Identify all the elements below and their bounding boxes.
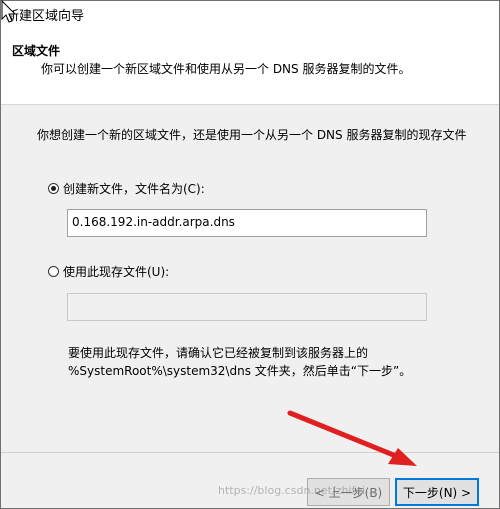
back-button[interactable]: < 上一步(B)	[307, 478, 390, 506]
mouse-cursor-icon	[1, 0, 17, 23]
wizard-content: 你想创建一个新的区域文件，还是使用一个从另一个 DNS 服务器复制的现存文件 创…	[1, 105, 499, 451]
radio-selected-icon[interactable]	[48, 183, 59, 194]
note-line-1: 要使用此现存文件，请确认它已经被复制到该服务器上的	[68, 346, 369, 360]
radio-use-existing-file[interactable]: 使用此现存文件(U):	[48, 263, 169, 280]
next-button[interactable]: 下一步(N) >	[395, 478, 479, 506]
new-file-name-input[interactable]: 0.168.192.in-addr.arpa.dns	[67, 209, 427, 237]
radio-create-label[interactable]: 创建新文件，文件名为(C):	[63, 180, 205, 197]
section-description: 你可以创建一个新区域文件和使用从另一个 DNS 服务器复制的文件。	[41, 62, 411, 76]
question-text: 你想创建一个新的区域文件，还是使用一个从另一个 DNS 服务器复制的现存文件	[37, 128, 467, 142]
wizard-footer: < 上一步(B) 下一步(N) >	[1, 452, 499, 508]
existing-file-input[interactable]	[67, 293, 427, 321]
note-line-2: %SystemRoot%\system32\dns 文件夹，然后单击“下一步”。	[68, 364, 412, 378]
radio-unselected-icon[interactable]	[48, 266, 59, 277]
wizard-window: 新建区域向导 区域文件 你可以创建一个新区域文件和使用从另一个 DNS 服务器复…	[0, 0, 500, 509]
note-text: 要使用此现存文件，请确认它已经被复制到该服务器上的 %SystemRoot%\s…	[68, 344, 411, 380]
radio-existing-label[interactable]: 使用此现存文件(U):	[63, 263, 169, 280]
section-title: 区域文件	[12, 44, 61, 58]
radio-create-new-file[interactable]: 创建新文件，文件名为(C):	[48, 180, 205, 197]
wizard-header: 新建区域向导 区域文件 你可以创建一个新区域文件和使用从另一个 DNS 服务器复…	[1, 1, 499, 105]
